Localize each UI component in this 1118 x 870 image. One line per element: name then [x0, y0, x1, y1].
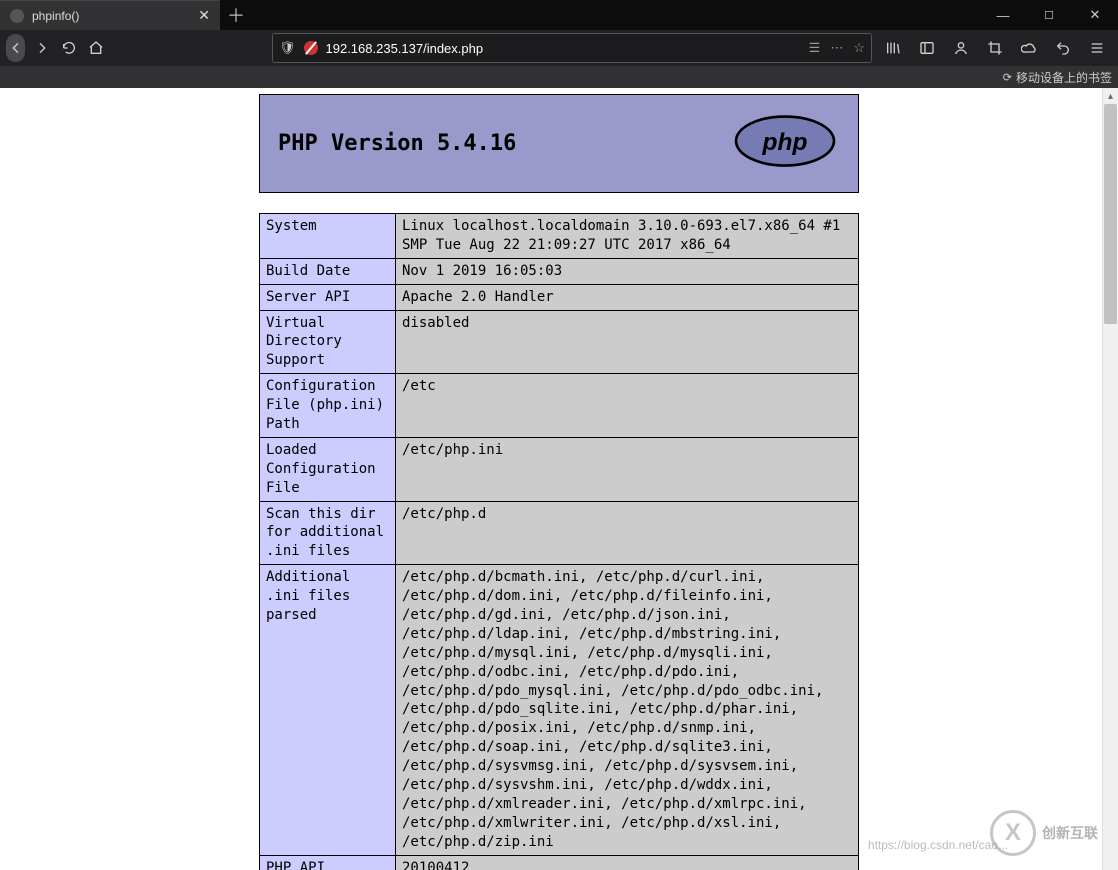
phpinfo-key: Scan this dir for additional .ini files	[260, 501, 396, 565]
phpinfo-table: SystemLinux localhost.localdomain 3.10.0…	[259, 213, 859, 870]
vertical-scrollbar[interactable]: ▴	[1102, 88, 1118, 870]
new-tab-button[interactable]: ＋	[220, 0, 252, 30]
tab-active[interactable]: phpinfo() ✕	[0, 0, 220, 30]
phpinfo-value: /etc/php.d/bcmath.ini, /etc/php.d/curl.i…	[396, 565, 859, 855]
table-row: Virtual Directory Supportdisabled	[260, 310, 859, 374]
page-viewport: ▴ PHP Version 5.4.16 php SystemLinux loc…	[0, 88, 1118, 870]
nav-toolbar: 🛡 192.168.235.137/index.php ☰ ⋯ ☆	[0, 30, 1118, 66]
table-row: Configuration File (php.ini) Path/etc	[260, 374, 859, 438]
site-identity-icon	[304, 41, 318, 55]
php-version-title: PHP Version 5.4.16	[278, 131, 516, 156]
table-row: SystemLinux localhost.localdomain 3.10.0…	[260, 214, 859, 259]
phpinfo-key: Virtual Directory Support	[260, 310, 396, 374]
phpinfo-key: Build Date	[260, 258, 396, 284]
phpinfo-key: System	[260, 214, 396, 259]
scrollbar-up-icon[interactable]: ▴	[1104, 88, 1117, 104]
close-icon[interactable]: ✕	[198, 7, 210, 24]
forward-button[interactable]	[31, 33, 52, 63]
table-row: Scan this dir for additional .ini files/…	[260, 501, 859, 565]
sidebar-icon	[919, 40, 935, 56]
person-icon	[953, 40, 969, 56]
php-logo-icon: php	[730, 113, 840, 174]
shield-icon: 🛡	[279, 40, 296, 56]
phpinfo-key: Server API	[260, 284, 396, 310]
reload-button[interactable]	[58, 33, 79, 63]
home-button[interactable]	[85, 33, 106, 63]
table-row: Server APIApache 2.0 Handler	[260, 284, 859, 310]
table-row: Additional .ini files parsed/etc/php.d/b…	[260, 565, 859, 855]
phpinfo-value: Nov 1 2019 16:05:03	[396, 258, 859, 284]
tab-strip: phpinfo() ✕ ＋ — ☐ ✕	[0, 0, 1118, 30]
phpinfo-value: Linux localhost.localdomain 3.10.0-693.e…	[396, 214, 859, 259]
bookmark-bar-label[interactable]: 移动设备上的书签	[1016, 69, 1112, 86]
watermark-brand-text: 创新互联	[1042, 823, 1098, 843]
home-icon	[88, 40, 104, 56]
tab-favicon	[10, 9, 24, 23]
phpinfo-value: /etc/php.ini	[396, 437, 859, 501]
hamburger-menu-button[interactable]	[1082, 33, 1112, 63]
table-row: Build DateNov 1 2019 16:05:03	[260, 258, 859, 284]
maximize-button[interactable]: ☐	[1026, 0, 1072, 30]
hamburger-icon	[1089, 40, 1105, 56]
watermark-url: https://blog.csdn.net/cao...	[868, 838, 1008, 852]
crop-button[interactable]	[980, 33, 1010, 63]
phpinfo-key: Loaded Configuration File	[260, 437, 396, 501]
reader-mode-icon[interactable]: ☰	[809, 40, 821, 56]
table-row: PHP API20100412	[260, 855, 859, 870]
phpinfo-key: Configuration File (php.ini) Path	[260, 374, 396, 438]
url-text: 192.168.235.137/index.php	[326, 41, 484, 56]
phpinfo-value: 20100412	[396, 855, 859, 870]
phpinfo-key: PHP API	[260, 855, 396, 870]
account-button[interactable]	[946, 33, 976, 63]
phpinfo-value: /etc/php.d	[396, 501, 859, 565]
php-version-header: PHP Version 5.4.16 php	[259, 94, 859, 193]
phpinfo-page: PHP Version 5.4.16 php SystemLinux local…	[259, 88, 859, 870]
page-actions-icon[interactable]: ⋯	[830, 40, 843, 56]
bookmark-bar: ⟳ 移动设备上的书签	[0, 66, 1118, 88]
back-button[interactable]	[6, 34, 25, 62]
address-bar[interactable]: 🛡 192.168.235.137/index.php ☰ ⋯ ☆	[272, 33, 872, 63]
library-icon	[885, 40, 901, 56]
scrollbar-thumb[interactable]	[1104, 104, 1117, 324]
svg-text:php: php	[762, 129, 808, 156]
browser-chrome: phpinfo() ✕ ＋ — ☐ ✕ 🛡 192.168.235.137/in…	[0, 0, 1118, 88]
arrow-right-icon	[34, 40, 50, 56]
watermark-brand: X 创新互联	[990, 810, 1098, 856]
phpinfo-key: Additional .ini files parsed	[260, 565, 396, 855]
undo-icon	[1055, 40, 1071, 56]
crop-icon	[987, 40, 1003, 56]
window-controls: — ☐ ✕	[980, 0, 1118, 30]
watermark-brand-icon: X	[990, 810, 1036, 856]
mobile-bookmarks-icon: ⟳	[1003, 71, 1012, 84]
arrow-left-icon	[8, 40, 24, 56]
table-row: Loaded Configuration File/etc/php.ini	[260, 437, 859, 501]
tab-title: phpinfo()	[32, 9, 79, 23]
bookmark-star-icon[interactable]: ☆	[853, 40, 865, 56]
cloud-icon	[1021, 40, 1037, 56]
phpinfo-value: disabled	[396, 310, 859, 374]
close-window-button[interactable]: ✕	[1072, 0, 1118, 30]
phpinfo-value: Apache 2.0 Handler	[396, 284, 859, 310]
phpinfo-value: /etc	[396, 374, 859, 438]
chat-button[interactable]	[1014, 33, 1044, 63]
reload-icon	[61, 40, 77, 56]
sidebar-button[interactable]	[912, 33, 942, 63]
minimize-button[interactable]: —	[980, 0, 1026, 30]
url-actions: ☰ ⋯ ☆	[809, 40, 865, 56]
library-button[interactable]	[878, 33, 908, 63]
undo-button[interactable]	[1048, 33, 1078, 63]
